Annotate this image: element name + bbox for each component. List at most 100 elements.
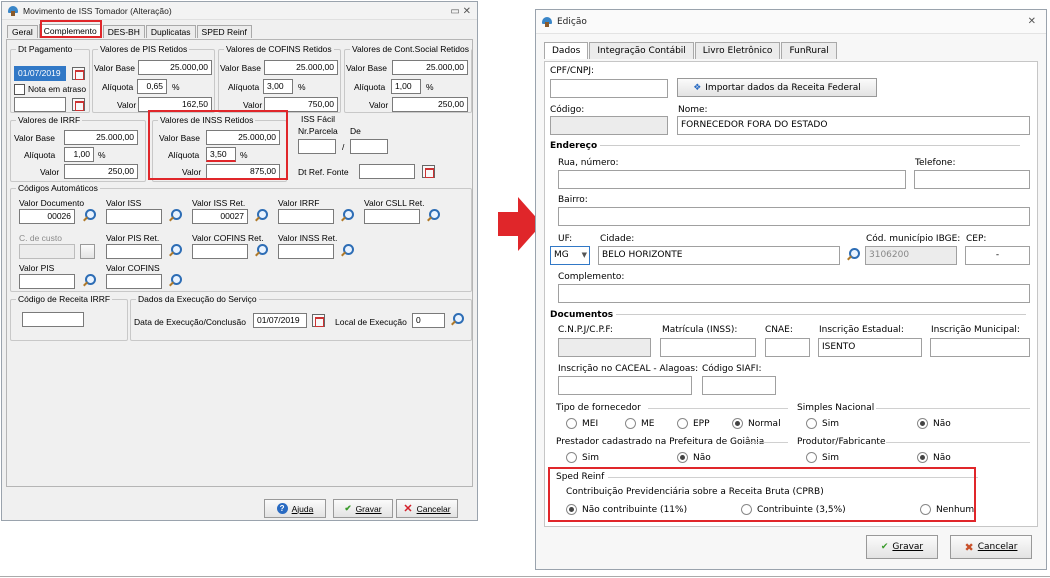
importar-receita-button[interactable]: ❖ Importar dados da Receita Federal (677, 78, 877, 97)
payment-date-input[interactable]: 01/07/2019 (14, 66, 66, 81)
uf-value: MG (554, 250, 569, 260)
radio-produtor-nao[interactable]: Não (917, 452, 951, 463)
telefone-input[interactable] (914, 170, 1030, 189)
pis-aliq-input[interactable]: 0,65 (137, 79, 167, 94)
search-icon[interactable] (166, 243, 182, 259)
uf-select[interactable]: MG ▼ (550, 246, 590, 265)
csll-valor-input[interactable]: 250,00 (392, 97, 468, 112)
complemento-input[interactable] (558, 284, 1030, 303)
calendar-icon[interactable] (312, 314, 325, 327)
receita-irrf-input[interactable] (22, 312, 84, 327)
radio-produtor-sim[interactable]: Sim (806, 452, 839, 463)
radio-mei[interactable]: MEI (566, 418, 598, 429)
tab-funrural[interactable]: FunRural (781, 42, 837, 59)
cancelar-button[interactable]: ✖ Cancelar (950, 535, 1032, 559)
search-icon[interactable] (424, 208, 440, 224)
parcela-input[interactable] (298, 139, 336, 154)
valor-inss-ret-input[interactable] (278, 244, 334, 259)
radio-nao-contribuinte[interactable]: Não contribuinte (11%) (566, 504, 687, 515)
tab-geral[interactable]: Geral (7, 25, 38, 38)
irrf-base-input[interactable]: 25.000,00 (64, 130, 138, 145)
valor-documento-input[interactable]: 00026 (19, 209, 75, 224)
cofins-base-input[interactable]: 25.000,00 (264, 60, 338, 75)
calendar-icon[interactable] (422, 165, 435, 178)
csll-base-label: Valor Base (346, 63, 387, 73)
window-controls[interactable]: ▭ ✕ (450, 6, 471, 17)
valor-irrf-input[interactable] (278, 209, 334, 224)
calendar-icon[interactable] (72, 98, 85, 111)
valor-cofins-ret-input[interactable] (192, 244, 248, 259)
siafi-input[interactable] (702, 376, 776, 395)
gravar-button[interactable]: ✔ Gravar (333, 499, 393, 518)
inss-base-input[interactable]: 25.000,00 (206, 130, 280, 145)
nota-atraso-checkbox[interactable] (14, 84, 25, 95)
rua-input[interactable] (558, 170, 906, 189)
csll-valor-label: Valor (369, 100, 389, 110)
cnae-input[interactable] (765, 338, 810, 357)
radio-label: EPP (693, 418, 710, 429)
search-icon[interactable] (80, 273, 96, 289)
bairro-input[interactable] (558, 207, 1030, 226)
pis-base-input[interactable]: 25.000,00 (138, 60, 212, 75)
cancelar-button[interactable]: ✕ Cancelar (396, 499, 458, 518)
search-icon[interactable] (338, 243, 354, 259)
caceal-input[interactable] (558, 376, 692, 395)
csll-base-input[interactable]: 25.000,00 (392, 60, 468, 75)
ie-label: Inscrição Estadual: (819, 325, 904, 335)
de-input[interactable] (350, 139, 388, 154)
radio-epp[interactable]: EPP (677, 418, 710, 429)
calendar-icon[interactable] (72, 67, 85, 80)
irrf-valor-input[interactable]: 250,00 (64, 164, 138, 179)
search-icon[interactable] (252, 208, 268, 224)
ie-input[interactable]: ISENTO (818, 338, 922, 357)
inss-aliq-input[interactable]: 3,50 (206, 147, 236, 162)
valor-pis-input[interactable] (19, 274, 75, 289)
valor-cofins-input[interactable] (106, 274, 162, 289)
tab-complemento[interactable]: Complemento (38, 24, 102, 38)
radio-contribuinte[interactable]: Contribuinte (3,5%) (741, 504, 846, 515)
pis-valor-input[interactable]: 162,50 (138, 97, 212, 112)
gravar-button[interactable]: ✔ Gravar (866, 535, 938, 559)
radio-simples-nao[interactable]: Não (917, 418, 951, 429)
close-icon[interactable]: ✕ (1028, 16, 1036, 27)
tab-duplicatas[interactable]: Duplicatas (145, 25, 196, 38)
inss-valor-input[interactable]: 875,00 (206, 164, 280, 179)
late-date-input[interactable] (14, 97, 66, 112)
matricula-input[interactable] (660, 338, 756, 357)
search-icon[interactable] (166, 273, 182, 289)
dt-ref-input[interactable] (359, 164, 415, 179)
search-icon[interactable] (166, 208, 182, 224)
im-input[interactable] (930, 338, 1030, 357)
cofins-aliq-input[interactable]: 3,00 (263, 79, 293, 94)
search-icon[interactable] (844, 247, 860, 263)
valor-csll-ret-input[interactable] (364, 209, 420, 224)
tab-livro-eletronico[interactable]: Livro Eletrônico (694, 42, 781, 59)
csll-aliq-input[interactable]: 1,00 (391, 79, 421, 94)
data-execucao-input[interactable]: 01/07/2019 (253, 313, 307, 328)
cidade-input[interactable]: BELO HORIZONTE (598, 246, 840, 265)
radio-simples-sim[interactable]: Sim (806, 418, 839, 429)
valor-iss-input[interactable] (106, 209, 162, 224)
search-icon[interactable] (448, 312, 464, 328)
local-execucao-input[interactable]: 0 (412, 313, 445, 328)
nome-input[interactable]: FORNECEDOR FORA DO ESTADO (677, 116, 1030, 135)
tab-sped-reinf[interactable]: SPED Reinf (196, 25, 252, 38)
search-icon[interactable] (338, 208, 354, 224)
cofins-valor-input[interactable]: 750,00 (264, 97, 338, 112)
radio-normal[interactable]: Normal (732, 418, 781, 429)
tab-dados[interactable]: Dados (544, 42, 589, 59)
search-icon[interactable] (252, 243, 268, 259)
valor-iss-ret-input[interactable]: 00027 (192, 209, 248, 224)
radio-prestador-sim[interactable]: Sim (566, 452, 599, 463)
radio-me[interactable]: ME (625, 418, 654, 429)
cep-input[interactable]: - (965, 246, 1030, 265)
radio-nenhum[interactable]: Nenhum (920, 504, 974, 515)
radio-prestador-nao[interactable]: Não (677, 452, 711, 463)
tab-integracao-contabil[interactable]: Integração Contábil (589, 42, 694, 59)
ajuda-button[interactable]: ? Ajuda (264, 499, 326, 518)
search-icon[interactable] (80, 208, 96, 224)
cpf-cnpj-input[interactable] (550, 79, 668, 98)
irrf-aliq-input[interactable]: 1,00 (64, 147, 94, 162)
valor-pis-ret-input[interactable] (106, 244, 162, 259)
tab-des-bh[interactable]: DES-BH (102, 25, 145, 38)
